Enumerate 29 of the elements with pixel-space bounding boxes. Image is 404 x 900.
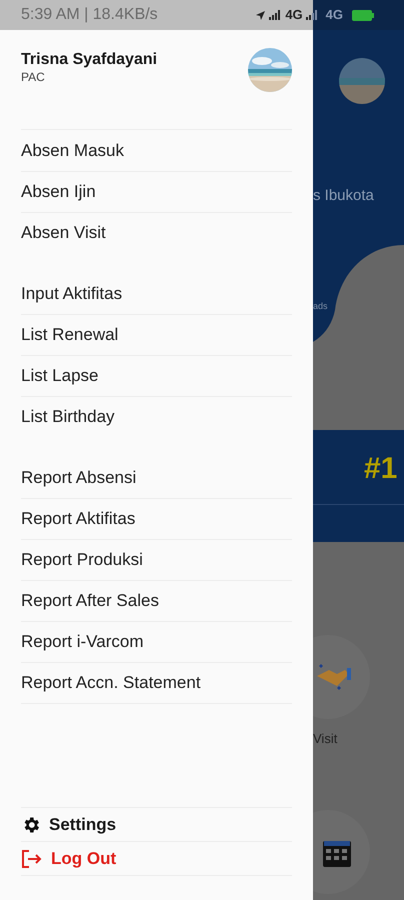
menu-item[interactable]: Absen Ijin — [21, 179, 96, 205]
menu-item[interactable]: Report Accn. Statement — [21, 670, 201, 696]
menu-item[interactable]: List Renewal — [21, 322, 118, 348]
menu-item[interactable]: Report i-Varcom — [21, 629, 144, 655]
battery-icon — [352, 10, 374, 20]
menu-item[interactable]: Input Aktifitas — [21, 280, 122, 306]
user-name: Trisna Syafdayani — [21, 50, 158, 70]
logout-link[interactable]: Log Out — [21, 846, 116, 872]
signal-icon — [269, 10, 282, 20]
network-type: 4G — [326, 6, 343, 24]
network-type: 4G — [285, 6, 303, 24]
settings-link[interactable]: Settings — [21, 812, 116, 838]
banner-text: s Ibukota — [313, 186, 374, 206]
location-icon — [255, 10, 266, 20]
card-label: ads — [313, 300, 328, 313]
menu-item[interactable]: Report After Sales — [21, 588, 159, 614]
menu-item[interactable]: Report Produksi — [21, 547, 143, 573]
menu-item[interactable]: Report Aktifitas — [21, 506, 136, 532]
menu-item[interactable]: Report Absensi — [21, 464, 136, 490]
logout-icon — [21, 848, 43, 868]
menu-item[interactable]: List Birthday — [21, 404, 115, 430]
signal-icon — [306, 10, 319, 20]
status-time: 5:39 AM | 18.4KB/s — [21, 5, 158, 25]
menu-item[interactable]: List Lapse — [21, 363, 98, 389]
menu-label: Visit — [313, 730, 338, 748]
menu-item[interactable]: Absen Visit — [21, 220, 106, 246]
user-role: PAC — [21, 70, 46, 84]
rank-number: #1 — [364, 451, 398, 487]
menu-item[interactable]: Absen Masuk — [21, 138, 124, 164]
